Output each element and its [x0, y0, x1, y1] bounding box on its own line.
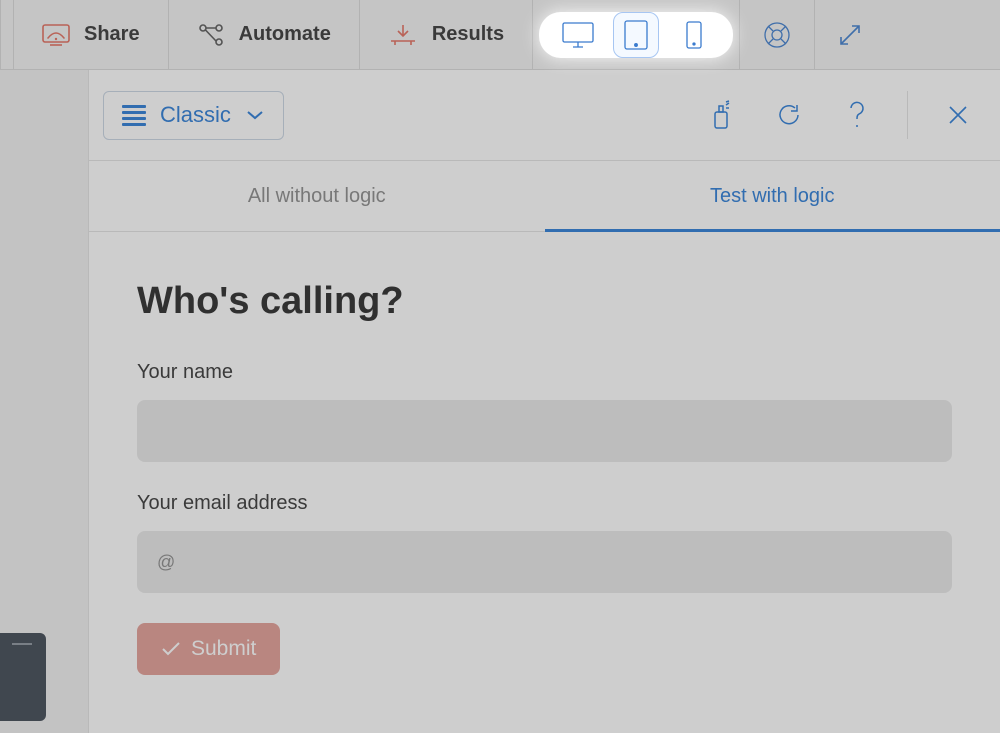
automate-icon [197, 23, 225, 47]
check-icon [161, 641, 181, 657]
device-preview-group [533, 0, 740, 69]
theme-label: Classic [160, 102, 231, 128]
toolbar-divider [907, 91, 908, 139]
results-icon [388, 23, 418, 47]
device-mobile-button[interactable] [671, 12, 717, 58]
device-tablet-button[interactable] [613, 12, 659, 58]
spray-button[interactable] [697, 91, 745, 139]
fullscreen-button[interactable] [815, 0, 885, 69]
automate-label: Automate [239, 23, 331, 46]
theme-lines-icon [122, 102, 146, 129]
question-icon [847, 100, 867, 130]
tab-label: Test with logic [710, 185, 835, 208]
close-button[interactable] [934, 91, 982, 139]
results-label: Results [432, 23, 504, 46]
tab-test-with-logic[interactable]: Test with logic [545, 161, 1000, 231]
name-input[interactable] [137, 400, 952, 462]
top-toolbar: Share Automate Results [0, 0, 1000, 70]
expand-icon [837, 22, 863, 48]
question-button[interactable] [833, 91, 881, 139]
device-desktop-button[interactable] [555, 12, 601, 58]
submit-label: Submit [191, 637, 256, 661]
form-title: Who's calling? [137, 280, 952, 323]
share-button[interactable]: Share [14, 0, 169, 69]
toolbar-leading [0, 0, 14, 69]
lifebuoy-icon [762, 20, 792, 50]
share-icon [42, 24, 70, 46]
share-label: Share [84, 23, 140, 46]
tab-label: All without logic [248, 185, 386, 208]
chevron-down-icon [245, 109, 265, 121]
email-label: Your email address [137, 492, 952, 515]
main-panel: Classic [88, 70, 1000, 733]
tab-all-without-logic[interactable]: All without logic [89, 161, 545, 231]
close-icon [947, 104, 969, 126]
preview-tabs: All without logic Test with logic [89, 160, 1000, 232]
sub-toolbar: Classic [89, 70, 1000, 160]
email-input[interactable] [137, 531, 952, 593]
automate-button[interactable]: Automate [169, 0, 360, 69]
theme-selector[interactable]: Classic [103, 91, 284, 140]
help-button[interactable] [740, 0, 815, 69]
form-preview: Who's calling? Your name Your email addr… [89, 232, 1000, 715]
submit-button[interactable]: Submit [137, 623, 280, 675]
refresh-button[interactable] [765, 91, 813, 139]
results-button[interactable]: Results [360, 0, 533, 69]
refresh-icon [776, 102, 802, 128]
name-label: Your name [137, 361, 952, 384]
side-panel-stub [0, 633, 46, 721]
spray-icon [708, 100, 734, 130]
